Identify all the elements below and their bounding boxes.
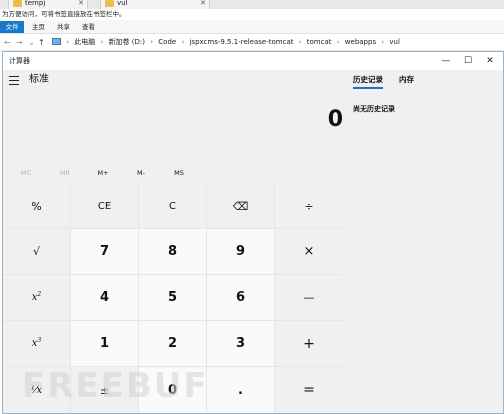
breadcrumb-tomcat[interactable]: tomcat <box>307 38 332 46</box>
keypad: % CE C ⌫ ÷ √ 7 8 9 × x2 4 5 6 — x3 1 2 3… <box>3 184 343 413</box>
close-icon[interactable]: ✕ <box>200 0 206 9</box>
equals-button[interactable]: = <box>275 367 343 413</box>
calculator-window: 计算器 — ☐ ✕ 标准 0 MC MR M+ M- MS % CE C ⌫ ÷… <box>2 51 504 414</box>
tab-history[interactable]: 历史记录 <box>353 74 383 89</box>
folder-icon <box>105 0 114 7</box>
breadcrumb-separator: › <box>381 38 385 46</box>
calculator-main: 标准 0 MC MR M+ M- MS % CE C ⌫ ÷ √ 7 8 9 ×… <box>3 70 343 413</box>
digit-5-button[interactable]: 5 <box>139 275 206 320</box>
file-tab[interactable]: 文件 <box>0 21 24 33</box>
breadcrumb-separator: › <box>100 38 104 46</box>
browser-tab-strip: tempj ✕ vul ✕ <box>0 0 504 9</box>
backspace-icon[interactable]: ⌫ <box>207 184 274 228</box>
square-button[interactable]: x2 <box>3 275 70 320</box>
tab-memory[interactable]: 内存 <box>399 74 414 86</box>
breadcrumb-jspxcms[interactable]: jspxcms-9.5.1-release-tomcat <box>189 38 293 46</box>
bookmark-hint: 为方便访问，可将书签直接放在书签栏中。 <box>2 10 126 18</box>
bookmark-bar: 为方便访问，可将书签直接放在书签栏中。 <box>0 9 504 20</box>
breadcrumb-drive-d[interactable]: 新加卷 (D:) <box>109 38 145 46</box>
clear-entry-button[interactable]: CE <box>71 184 138 228</box>
breadcrumb-separator: › <box>150 38 154 46</box>
browser-tab-vul[interactable]: vul ✕ <box>100 0 210 9</box>
digit-6-button[interactable]: 6 <box>207 275 274 320</box>
hamburger-menu-icon[interactable] <box>9 76 19 86</box>
breadcrumb-separator: › <box>66 38 70 46</box>
calculator-header: 标准 0 <box>3 70 343 162</box>
negate-button[interactable]: ± <box>71 367 138 413</box>
breadcrumb-webapps[interactable]: webapps <box>345 38 376 46</box>
window-title: 计算器 <box>9 57 30 65</box>
calculator-titlebar[interactable]: 计算器 — ☐ ✕ <box>3 52 503 70</box>
memory-subtract-button[interactable]: M- <box>123 162 159 184</box>
ribbon-tab-home[interactable]: 主页 <box>32 21 45 33</box>
close-button[interactable]: ✕ <box>479 52 501 70</box>
history-empty-message: 尚无历史记录 <box>353 105 395 113</box>
minimize-button[interactable]: — <box>435 52 457 70</box>
percent-button[interactable]: % <box>3 184 70 228</box>
history-tabs: 历史记录 内存 <box>343 70 503 94</box>
clear-button[interactable]: C <box>139 184 206 228</box>
digit-4-button[interactable]: 4 <box>71 275 138 320</box>
digit-9-button[interactable]: 9 <box>207 229 274 274</box>
explorer-ribbon: 文件 主页 共享 查看 <box>0 20 504 34</box>
forward-icon[interactable]: → <box>16 34 23 51</box>
ribbon-tab-share[interactable]: 共享 <box>57 21 70 33</box>
tab-label: vul <box>117 0 128 7</box>
address-bar: ← → ⌄ ↑ › 此电脑 › 新加卷 (D:) › Code › jspxcm… <box>0 34 504 51</box>
square-root-button[interactable]: √ <box>3 229 70 274</box>
history-panel: 历史记录 内存 尚无历史记录 <box>343 70 503 413</box>
ribbon-tab-view[interactable]: 查看 <box>82 21 95 33</box>
maximize-button[interactable]: ☐ <box>457 52 479 70</box>
cube-button[interactable]: x3 <box>3 321 70 366</box>
plus-button[interactable]: + <box>275 321 343 366</box>
square-exponent: 2 <box>37 291 42 298</box>
close-icon[interactable]: ✕ <box>78 0 84 9</box>
memory-clear-button[interactable]: MC <box>8 162 44 184</box>
folder-icon <box>13 0 22 7</box>
breadcrumb: › 此电脑 › 新加卷 (D:) › Code › jspxcms-9.5.1-… <box>52 37 403 48</box>
recent-locations-icon[interactable]: ⌄ <box>28 34 35 51</box>
back-icon[interactable]: ← <box>4 34 11 51</box>
this-pc-icon <box>52 38 61 45</box>
mode-title: 标准 <box>29 74 49 85</box>
breadcrumb-code[interactable]: Code <box>158 38 176 46</box>
digit-1-button[interactable]: 1 <box>71 321 138 366</box>
cube-exponent: 3 <box>37 337 42 344</box>
minus-button[interactable]: — <box>275 275 343 320</box>
breadcrumb-separator: › <box>298 38 302 46</box>
memory-row: MC MR M+ M- MS <box>3 162 343 184</box>
digit-8-button[interactable]: 8 <box>139 229 206 274</box>
digit-3-button[interactable]: 3 <box>207 321 274 366</box>
decimal-button[interactable]: . <box>207 367 274 413</box>
memory-add-button[interactable]: M+ <box>85 162 121 184</box>
digit-2-button[interactable]: 2 <box>139 321 206 366</box>
breadcrumb-separator: › <box>336 38 340 46</box>
breadcrumb-vul[interactable]: vul <box>389 38 400 46</box>
reciprocal-button[interactable]: ⅟x <box>3 367 70 413</box>
multiply-button[interactable]: × <box>275 229 343 274</box>
divide-button[interactable]: ÷ <box>275 184 343 228</box>
tab-label: tempj <box>25 0 46 7</box>
memory-recall-button[interactable]: MR <box>47 162 83 184</box>
browser-tab-tempj[interactable]: tempj ✕ <box>8 0 88 9</box>
result-display: 0 <box>327 107 343 132</box>
digit-0-button[interactable]: 0 <box>139 367 206 413</box>
digit-7-button[interactable]: 7 <box>71 229 138 274</box>
breadcrumb-this-pc[interactable]: 此电脑 <box>74 38 95 46</box>
up-icon[interactable]: ↑ <box>38 34 45 51</box>
memory-store-button[interactable]: MS <box>161 162 197 184</box>
breadcrumb-separator: › <box>181 38 185 46</box>
